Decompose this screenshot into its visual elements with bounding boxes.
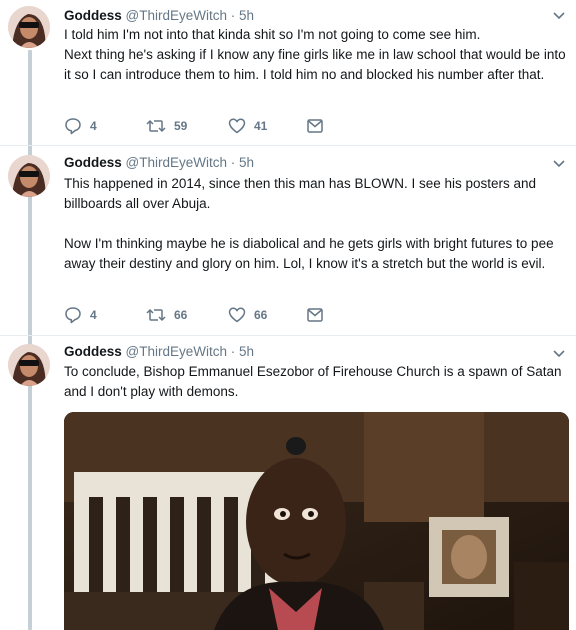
separator: ·: [230, 344, 236, 359]
display-name[interactable]: Goddess: [64, 8, 122, 23]
display-name[interactable]: Goddess: [64, 155, 122, 170]
like-count: 41: [254, 119, 268, 133]
retweet-button[interactable]: 59: [146, 116, 187, 136]
like-count: 66: [254, 308, 268, 322]
chevron-down-icon[interactable]: [552, 346, 566, 360]
heart-icon: [228, 307, 246, 323]
tweet-text: This happened in 2014, since then this m…: [64, 176, 554, 271]
tweet-header: Goddess @ThirdEyeWitch · 5h: [64, 343, 254, 361]
reply-count: 4: [90, 119, 97, 133]
tweet-header: Goddess @ThirdEyeWitch · 5h: [64, 7, 254, 25]
like-button[interactable]: 66: [228, 305, 267, 325]
avatar[interactable]: [8, 155, 50, 197]
chevron-down-icon[interactable]: [552, 156, 566, 170]
direct-message-button[interactable]: [306, 305, 324, 325]
tweet-text: To conclude, Bishop Emmanuel Esezobor of…: [64, 364, 566, 399]
avatar[interactable]: [8, 344, 50, 386]
separator: ·: [230, 155, 236, 170]
retweet-button[interactable]: 66: [146, 305, 187, 325]
retweet-count: 59: [174, 119, 188, 133]
tweet-header: Goddess @ThirdEyeWitch · 5h: [64, 154, 254, 172]
direct-message-button[interactable]: [306, 116, 324, 136]
like-button[interactable]: 41: [228, 116, 267, 136]
user-handle[interactable]: @ThirdEyeWitch: [126, 8, 227, 23]
separator: ·: [230, 8, 236, 23]
timestamp[interactable]: 5h: [239, 344, 254, 359]
envelope-icon: [307, 119, 323, 133]
envelope-icon: [307, 308, 323, 322]
avatar[interactable]: [8, 6, 50, 48]
reply-button[interactable]: 4: [64, 305, 97, 325]
display-name[interactable]: Goddess: [64, 344, 122, 359]
retweet-icon: [146, 308, 166, 322]
timestamp[interactable]: 5h: [239, 155, 254, 170]
user-handle[interactable]: @ThirdEyeWitch: [126, 344, 227, 359]
tweet-2[interactable]: Goddess @ThirdEyeWitch · 5h This happene…: [0, 146, 576, 335]
tweet-text: I told him I'm not into that kinda shit …: [64, 27, 566, 82]
tweet-1[interactable]: Goddess @ThirdEyeWitch · 5h I told him I…: [0, 0, 576, 145]
reply-icon: [65, 118, 81, 135]
reply-count: 4: [90, 308, 97, 322]
heart-icon: [228, 118, 246, 134]
retweet-icon: [146, 119, 166, 133]
reply-button[interactable]: 4: [64, 116, 97, 136]
chevron-down-icon[interactable]: [552, 8, 566, 22]
timestamp[interactable]: 5h: [239, 8, 254, 23]
retweet-count: 66: [174, 308, 188, 322]
reply-icon: [65, 307, 81, 324]
user-handle[interactable]: @ThirdEyeWitch: [126, 155, 227, 170]
tweet-photo[interactable]: [64, 412, 569, 630]
